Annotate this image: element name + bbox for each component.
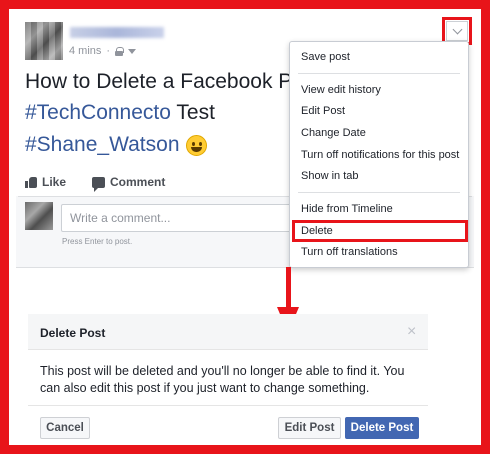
comment-label: Comment <box>110 175 166 189</box>
dialog-message: This post will be deleted and you'll no … <box>40 364 405 395</box>
commenter-avatar <box>25 202 53 230</box>
close-icon[interactable]: × <box>407 323 416 341</box>
post-timestamp[interactable]: 4 mins <box>69 45 101 57</box>
post-actions: Like Comment <box>25 175 166 192</box>
comment-icon <box>92 176 106 192</box>
like-button[interactable]: Like <box>25 175 66 189</box>
post-meta: 4 mins · <box>69 45 137 57</box>
annotation-highlight <box>292 220 468 242</box>
menu-item-hide-from-timeline[interactable]: Hide from Timeline <box>290 199 468 219</box>
comment-hint: Press Enter to post. <box>62 237 133 246</box>
hashtag-link[interactable]: #TechConnecto <box>25 101 171 124</box>
edit-post-button[interactable]: Edit Post <box>278 417 341 439</box>
hashtag-link[interactable]: #Shane_Watson <box>25 133 180 157</box>
menu-separator <box>298 73 460 74</box>
audience-caret-icon[interactable] <box>128 49 137 54</box>
post-text-line: #TechConnecto Test <box>25 101 215 125</box>
annotation-arrow <box>286 267 291 309</box>
menu-item-save-post[interactable]: Save post <box>290 47 468 67</box>
grinning-emoji-icon <box>185 134 207 156</box>
lock-icon[interactable] <box>115 46 125 56</box>
dialog-title: Delete Post <box>40 326 106 340</box>
thumbs-up-icon <box>25 176 37 188</box>
menu-item-change-date[interactable]: Change Date <box>290 123 468 143</box>
post-title: How to Delete a Facebook P <box>25 70 293 93</box>
delete-post-button[interactable]: Delete Post <box>345 417 419 439</box>
menu-item-view-edit-history[interactable]: View edit history <box>290 80 468 100</box>
post-text: Test <box>170 101 215 124</box>
author-name-redacted[interactable] <box>70 27 164 38</box>
menu-item-turn-off-notifications[interactable]: Turn off notifications for this post <box>290 145 468 165</box>
comment-button[interactable]: Comment <box>92 175 166 192</box>
avatar[interactable] <box>25 22 63 60</box>
menu-item-turn-off-translations[interactable]: Turn off translations <box>290 242 468 262</box>
divider <box>28 405 428 406</box>
cancel-button[interactable]: Cancel <box>40 417 90 439</box>
menu-separator <box>298 192 460 193</box>
menu-item-show-in-tab[interactable]: Show in tab <box>290 166 468 186</box>
like-label: Like <box>42 175 67 189</box>
post-text-line: #Shane_Watson <box>25 133 207 157</box>
menu-item-edit-post[interactable]: Edit Post <box>290 101 468 121</box>
